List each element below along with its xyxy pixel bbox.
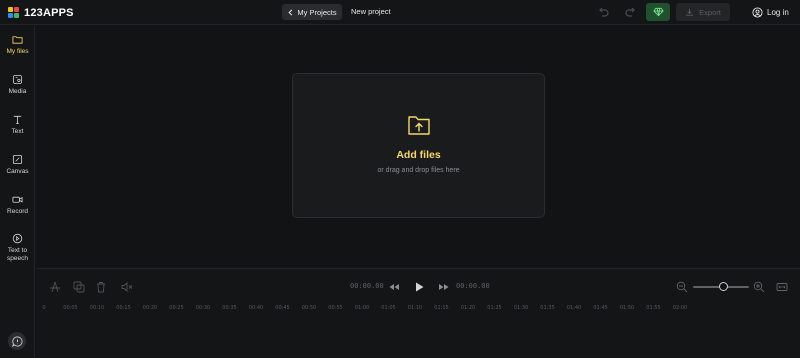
diamond-icon — [652, 7, 664, 17]
sidebar-item-media[interactable]: Media — [0, 74, 35, 96]
download-icon — [686, 8, 694, 16]
user-icon — [752, 6, 763, 18]
ruler-tick-label: 00:55 — [328, 305, 343, 311]
workspace: Add files or drag and drop files here — [36, 26, 800, 268]
ruler-tick-label: 01:40 — [566, 305, 582, 311]
ruler-tick-label: 01:30 — [513, 305, 529, 311]
logo-mark-icon — [8, 6, 20, 19]
total-time: 00:00.00 — [456, 282, 490, 290]
my-projects-button[interactable]: My Projects — [282, 4, 342, 20]
undo-icon[interactable] — [596, 5, 610, 19]
zoom-slider[interactable] — [693, 282, 749, 291]
chat-help-icon — [11, 336, 22, 347]
premium-button[interactable] — [646, 3, 670, 21]
redo-icon[interactable] — [624, 5, 638, 19]
zoom-in-icon[interactable] — [753, 281, 765, 293]
app-logo[interactable]: 123APPS — [8, 5, 74, 20]
sidebar-item-label: Text — [11, 128, 24, 135]
ruler-tick-label: 01:00 — [354, 305, 370, 311]
text-icon — [13, 115, 22, 125]
media-icon — [12, 74, 23, 85]
ruler-tick-label: 02:00 — [672, 305, 688, 311]
sidebar-item-label: Canvas — [6, 168, 29, 175]
zoom-out-icon[interactable] — [676, 281, 688, 293]
camera-icon — [12, 196, 23, 203]
add-files-title: Add files — [396, 149, 441, 161]
play-icon[interactable] — [413, 281, 425, 293]
ruler-tick-label: 00:05 — [63, 305, 78, 311]
chevron-left-icon — [288, 9, 293, 15]
canvas-icon — [12, 154, 23, 165]
ruler-tick-label: 01:35 — [540, 305, 555, 311]
ruler-tick-label: 01:20 — [460, 305, 476, 311]
delete-icon[interactable] — [95, 281, 107, 293]
ruler-tick-label: 01:15 — [434, 305, 449, 311]
mute-icon[interactable] — [121, 281, 133, 293]
add-files-subtitle: or drag and drop files here — [377, 167, 460, 174]
timeline-ruler[interactable]: 0 00:05 00:10 00:15 00:20 00:25 00:30 00:35 00:4… — [36, 305, 800, 315]
split-icon[interactable] — [49, 281, 61, 293]
sidebar-item-text-to-speech[interactable]: Text to speech — [0, 233, 35, 263]
login-label: Log in — [767, 7, 789, 17]
sidebar-item-record[interactable]: Record — [0, 194, 35, 216]
sidebar-item-canvas[interactable]: Canvas — [0, 154, 35, 176]
ruler-tick-label: 00:15 — [116, 305, 131, 311]
rewind-icon[interactable] — [388, 281, 400, 293]
sidebar-item-label: Record — [7, 208, 28, 215]
file-dropzone[interactable]: Add files or drag and drop files here — [292, 73, 545, 218]
ruler-tick-label: 01:50 — [619, 305, 635, 311]
ruler-tick-label: 00:50 — [301, 305, 317, 311]
ruler-tick-label: 00:20 — [142, 305, 158, 311]
ruler-tick-label: 00:45 — [275, 305, 290, 311]
sidebar-item-label: My files — [6, 48, 29, 55]
ruler-tick-label: 00:25 — [169, 305, 184, 311]
sidebar-item-label: Text to speech — [7, 247, 28, 262]
ruler-tick-label: 00:35 — [222, 305, 237, 311]
logo-text: 123APPS — [24, 6, 74, 19]
ruler-tick-label: 00:30 — [195, 305, 211, 311]
export-label: Export — [699, 7, 721, 17]
zoom-slider-handle[interactable] — [719, 282, 729, 291]
sidebar: My files Media Text Canvas Record Text t… — [0, 26, 35, 358]
sidebar-item-label: Media — [8, 88, 27, 95]
speech-icon — [12, 233, 23, 244]
ruler-tick-label: 01:05 — [381, 305, 396, 311]
export-button[interactable]: Export — [676, 3, 730, 21]
fast-forward-icon[interactable] — [438, 281, 450, 293]
ruler-tick-label: 00:40 — [248, 305, 264, 311]
timeline-panel: 00:00.00 00:00.00 0 00:05 00:10 00:15 00:20 0… — [36, 268, 800, 358]
help-chat-button[interactable] — [8, 332, 26, 350]
sidebar-item-text[interactable]: Text — [0, 114, 35, 136]
ruler-tick-label: 01:55 — [646, 305, 661, 311]
ruler-tick-label: 01:45 — [593, 305, 608, 311]
login-button[interactable]: Log in — [752, 5, 789, 19]
ruler-tick-label: 01:10 — [407, 305, 423, 311]
folder-icon — [12, 36, 23, 44]
ruler-tick-label: 01:25 — [487, 305, 502, 311]
ruler-tick-label: 0 — [42, 305, 46, 311]
project-name[interactable]: New project — [351, 4, 391, 20]
fit-timeline-icon[interactable] — [776, 281, 788, 293]
current-time: 00:00.00 — [350, 282, 384, 290]
ruler-tick-label: 00:10 — [89, 305, 105, 311]
my-projects-label: My Projects — [297, 7, 337, 17]
top-bar: 123APPS My Projects New project Export L… — [0, 0, 800, 25]
sidebar-item-my-files[interactable]: My files — [0, 34, 35, 56]
duplicate-icon[interactable] — [73, 281, 85, 293]
folder-upload-icon — [408, 116, 430, 135]
